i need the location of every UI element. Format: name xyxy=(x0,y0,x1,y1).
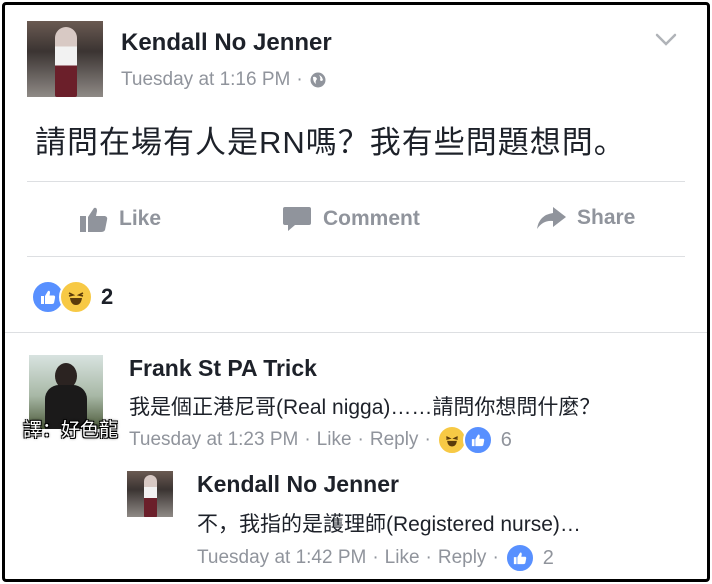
facebook-post-card: Kendall No Jenner Tuesday at 1:16 PM · 請… xyxy=(2,2,710,582)
like-reaction-icon xyxy=(504,543,535,573)
meta-separator: · xyxy=(296,69,303,90)
comment-reply-link[interactable]: Reply xyxy=(370,429,419,451)
share-label: Share xyxy=(577,206,636,229)
reply-reply-link[interactable]: Reply xyxy=(438,547,487,569)
globe-icon xyxy=(310,72,326,88)
share-button[interactable]: Share xyxy=(535,205,635,231)
like-reaction-icon xyxy=(462,425,493,455)
like-label: Like xyxy=(119,207,162,230)
haha-reaction-icon xyxy=(59,280,93,314)
reply-text: 不，我指的是護理師(Registered nurse)… xyxy=(197,513,581,536)
reply-like-link[interactable]: Like xyxy=(385,547,420,569)
meta-separator: · xyxy=(304,429,311,450)
reply-author-avatar[interactable] xyxy=(127,471,173,517)
reply-timestamp[interactable]: Tuesday at 1:42 PM xyxy=(197,547,366,569)
reactions-summary[interactable]: 2 xyxy=(31,280,113,314)
post-timestamp[interactable]: Tuesday at 1:16 PM xyxy=(121,69,290,91)
comment-like-link[interactable]: Like xyxy=(317,429,352,451)
divider xyxy=(27,181,685,182)
post-header: Kendall No Jenner Tuesday at 1:16 PM · xyxy=(27,21,689,101)
chevron-down-icon[interactable] xyxy=(655,33,677,47)
post-actions-bar: Like Comment Share xyxy=(5,191,707,245)
like-button[interactable]: Like xyxy=(79,205,161,233)
author-avatar[interactable] xyxy=(27,21,103,97)
comment-label: Comment xyxy=(323,207,420,230)
comment-bubble-icon xyxy=(283,207,311,231)
comment-meta: Tuesday at 1:23 PM · Like · Reply · 6 xyxy=(129,425,512,455)
meta-separator: · xyxy=(492,547,499,568)
reply-meta: Tuesday at 1:42 PM · Like · Reply · 2 xyxy=(197,543,554,573)
meta-separator: · xyxy=(357,429,364,450)
divider xyxy=(27,256,685,257)
comment-author-name[interactable]: Frank St PA Trick xyxy=(129,355,317,382)
share-arrow-icon xyxy=(537,207,566,229)
reply-author-name[interactable]: Kendall No Jenner xyxy=(197,471,399,498)
post-body: 請問在場有人是RN嗎？我有些問題想問。 xyxy=(35,125,626,160)
reply-reaction-count[interactable]: 2 xyxy=(543,547,554,570)
comment-timestamp[interactable]: Tuesday at 1:23 PM xyxy=(129,429,298,451)
thumbs-up-icon xyxy=(80,207,108,232)
comment-reaction-count[interactable]: 6 xyxy=(501,429,512,452)
meta-separator: · xyxy=(424,429,431,450)
comment-text: 我是個正港尼哥(Real nigga)……請問你想問什麼？ xyxy=(129,396,601,419)
post-author-name[interactable]: Kendall No Jenner xyxy=(121,29,332,57)
meta-separator: · xyxy=(372,547,379,568)
divider xyxy=(5,332,707,333)
meta-separator: · xyxy=(425,547,432,568)
reaction-count: 2 xyxy=(101,284,114,309)
comment-button[interactable]: Comment xyxy=(281,205,420,233)
translator-watermark: 譯：好色龍 xyxy=(23,420,119,441)
post-meta: Tuesday at 1:16 PM · xyxy=(121,69,327,91)
